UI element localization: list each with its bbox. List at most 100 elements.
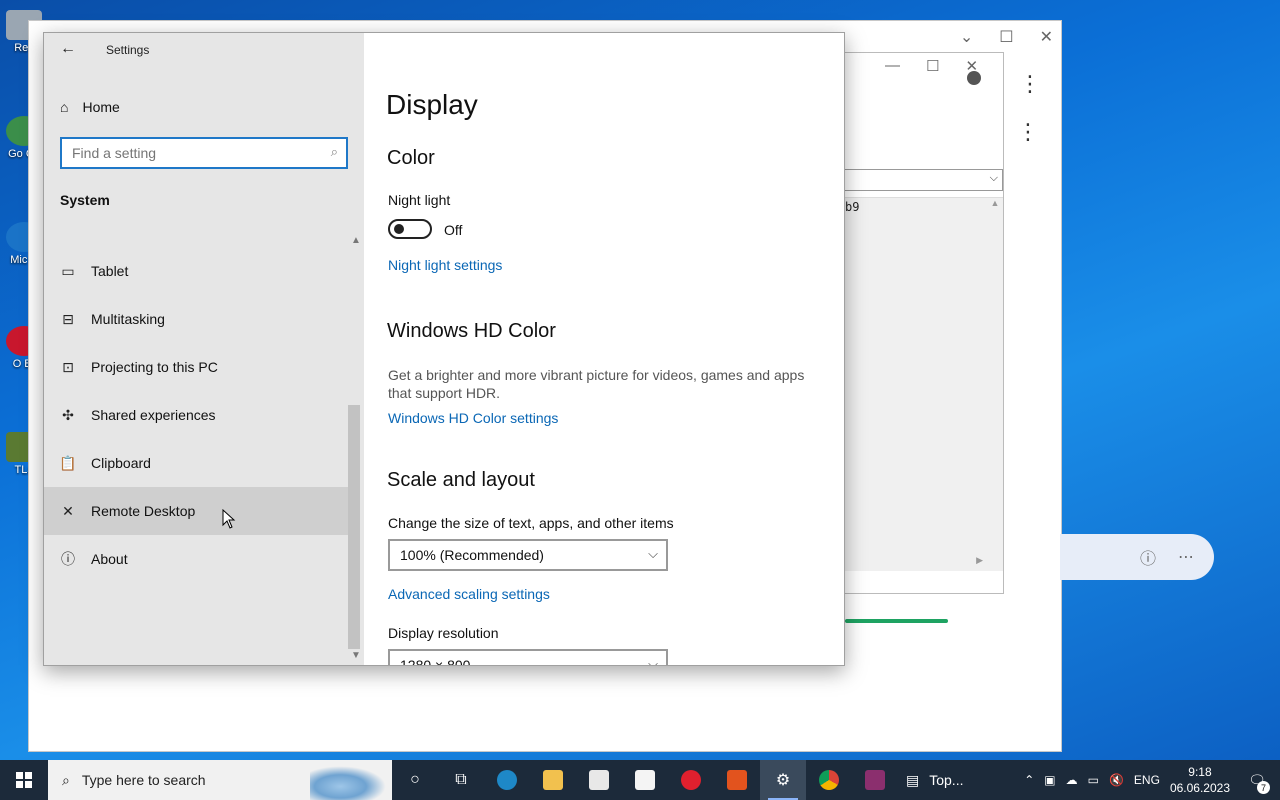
secondary-dialog: — ☐ ✕ ⌵ b9 ▲ ▶ [845,52,1004,594]
task-view-icon[interactable]: ⧉ [438,760,484,800]
sidebar-item-shared-experiences[interactable]: ✣ Shared experiences [44,391,348,439]
news-label: Top... [929,772,964,788]
sidebar-item-multitasking[interactable]: ⊟ Multitasking [44,295,348,343]
background-window-controls: ⌄ ☐ ✕ [960,27,1053,47]
hd-color-settings-link[interactable]: Windows HD Color settings [388,410,558,426]
chevron-up-icon[interactable]: ⌃ [1024,773,1034,787]
vertical-scrollbar[interactable]: ▲ [987,198,1003,554]
taskbar-file-explorer[interactable] [530,760,576,800]
help-icon[interactable]: ⓘ [1140,545,1156,569]
remote-desktop-icon: ✕ [62,502,74,519]
sidebar-scrollbar-thumb[interactable] [348,405,360,649]
settings-window: ▲ ▼ ⌂ Home ⌕ System ▭ Tablet ⊟ Multitask… [43,32,845,666]
multitasking-icon: ⊟ [62,310,74,327]
minimize-icon[interactable]: — [885,57,900,75]
sidebar-item-clipboard[interactable]: 📋 Clipboard [44,439,348,487]
settings-content: Display Color Night light Off Night ligh… [364,33,844,665]
chevron-down-icon: ⌵ [648,546,658,561]
more-icon[interactable]: ⋯ [1178,547,1194,567]
scroll-up-icon[interactable]: ▲ [351,235,361,246]
chevron-down-icon: ⌵ [648,656,658,666]
maximize-icon[interactable]: ☐ [926,57,939,75]
maximize-icon[interactable]: ☐ [999,27,1013,47]
cortana-icon[interactable]: ○ [392,760,438,800]
taskbar-search-placeholder: Type here to search [81,772,206,788]
sidebar-item-label: Shared experiences [91,407,216,423]
back-button[interactable]: ← [54,35,82,63]
gear-icon: ⚙ [775,772,791,789]
sidebar-item-about[interactable]: ⓘ About [44,535,348,583]
dialog-listbox[interactable]: b9 ▲ ▶ [845,197,1003,571]
folder-icon [543,770,563,790]
clock[interactable]: 9:18 06.06.2023 [1170,764,1230,796]
taskbar-office[interactable] [714,760,760,800]
weather-icon[interactable]: ☁ [1066,773,1078,787]
background-progress-bar [845,619,948,623]
winrar-icon [865,770,885,790]
info-icon: ⓘ [61,551,75,567]
listbox-text: b9 [845,200,860,214]
taskbar: ⌕ Type here to search ○ ⧉ ⚙ ▤ Top... ⌃ ▣… [0,760,1280,800]
sidebar-item-label: Tablet [91,263,129,279]
scale-dropdown[interactable]: 100% (Recommended) ⌵ [388,539,668,571]
clock-date: 06.06.2023 [1169,781,1230,795]
scroll-down-icon[interactable]: ▼ [351,650,361,661]
chevron-down-icon[interactable]: ⌄ [960,27,973,47]
opera-icon [681,770,701,790]
resolution-dropdown[interactable]: 1280 × 800 ⌵ [388,649,668,666]
notification-count-badge: 7 [1257,781,1270,794]
taskbar-mail[interactable] [622,760,668,800]
search-highlight-image [310,766,386,800]
start-button[interactable] [0,760,48,800]
dialog-select[interactable]: ⌵ [845,169,1003,191]
night-light-label: Night light [388,192,451,208]
more-options-icon[interactable]: ⋮ [1019,73,1041,95]
scale-value: 100% (Recommended) [400,547,544,563]
news-icon: ▤ [906,771,920,788]
horizontal-scrollbar[interactable]: ▶ [845,555,987,571]
home-label: Home [82,99,120,115]
scale-layout-heading: Scale and layout [387,469,535,491]
sidebar-item-label: Projecting to this PC [91,359,218,375]
language-indicator[interactable]: ENG [1134,773,1160,787]
sidebar-item-home[interactable]: ⌂ Home [44,89,364,125]
sidebar-item-remote-desktop[interactable]: ✕ Remote Desktop [44,487,348,535]
camera-icon[interactable]: ▣ [1044,773,1055,787]
taskbar-edge[interactable] [484,760,530,800]
sidebar-item-label: About [91,551,128,567]
taskbar-store[interactable] [576,760,622,800]
search-icon: ⌕ [62,771,70,788]
clipboard-icon: 📋 [59,454,77,471]
notification-center-button[interactable]: 🗨 7 [1240,760,1274,800]
background-toolbar-pill: ⓘ ⋯ [1060,534,1214,580]
taskbar-opera[interactable] [668,760,714,800]
mail-icon [635,770,655,790]
network-icon[interactable]: ▭ [1088,773,1099,787]
hd-color-heading: Windows HD Color [387,320,556,342]
taskbar-winrar[interactable] [852,760,898,800]
more-options-icon[interactable]: ⋮ [1017,121,1039,143]
sidebar-item-label: Multitasking [91,311,165,327]
sidebar-item-tablet[interactable]: ▭ Tablet [44,247,348,295]
resolution-value: 1280 × 800 [400,657,471,666]
sidebar-item-label: Remote Desktop [91,503,196,519]
sidebar-item-projecting[interactable]: ⊡ Projecting to this PC [44,343,348,391]
taskbar-search[interactable]: ⌕ Type here to search [48,760,392,800]
profile-icon[interactable] [967,71,981,85]
taskbar-chrome[interactable] [806,760,852,800]
sidebar-item-label: Clipboard [91,455,151,471]
volume-muted-icon[interactable]: 🔇 [1109,773,1124,787]
scale-label: Change the size of text, apps, and other… [388,515,674,531]
resolution-label: Display resolution [388,625,499,641]
tablet-icon: ▭ [61,262,75,279]
night-light-toggle[interactable] [388,219,432,239]
close-icon[interactable]: ✕ [1040,27,1053,47]
find-setting-search[interactable]: ⌕ [60,137,348,169]
taskbar-news[interactable]: ▤ Top... [898,760,971,800]
advanced-scaling-link[interactable]: Advanced scaling settings [388,586,550,602]
page-title: Display [386,89,478,120]
night-light-state: Off [444,222,463,238]
night-light-settings-link[interactable]: Night light settings [388,257,502,273]
search-input[interactable] [62,139,346,167]
taskbar-settings[interactable]: ⚙ [760,760,806,800]
